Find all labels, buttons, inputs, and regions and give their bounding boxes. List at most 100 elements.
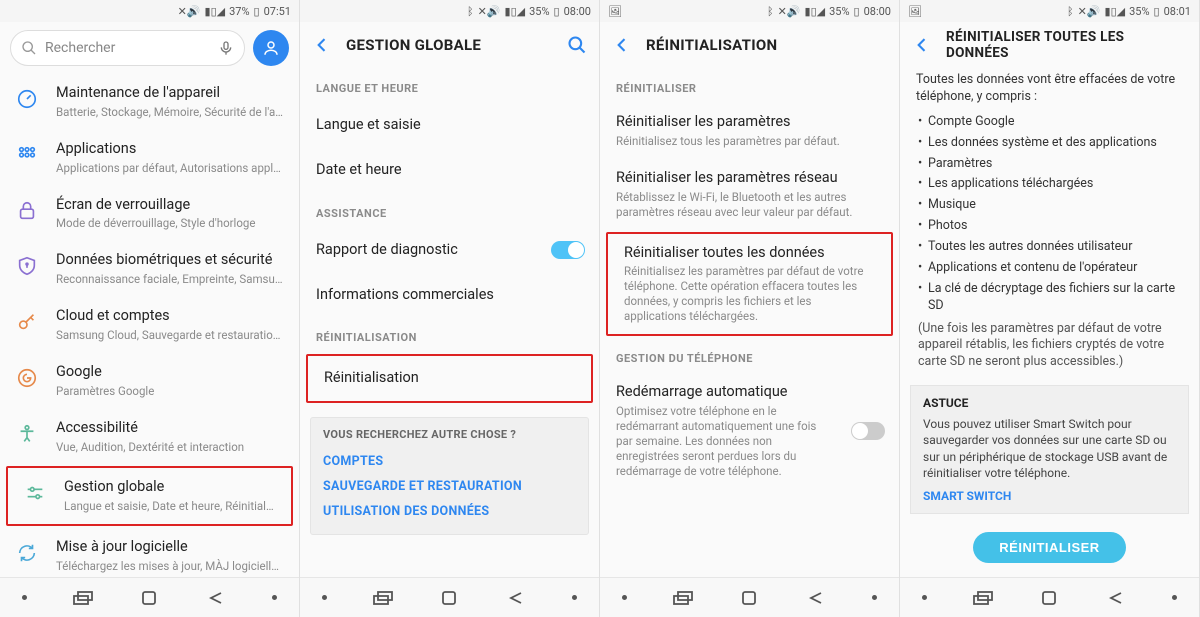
page-title: GESTION GLOBALE [346, 36, 553, 54]
back-button[interactable] [505, 587, 527, 609]
nav-dot [872, 595, 877, 600]
content: Toutes les données vont être effacées de… [900, 68, 1199, 577]
bluetooth-icon: ᛒ [1067, 5, 1074, 18]
toggle-switch[interactable] [551, 241, 585, 259]
home-button[interactable] [138, 587, 160, 609]
item-title: Cloud et comptes [56, 307, 283, 326]
bullet-item: Musique [900, 195, 1199, 216]
nav-dot [22, 595, 27, 600]
settings-item[interactable]: Réinitialiser les paramètres réseau Rétab… [600, 159, 899, 230]
back-button[interactable] [205, 587, 227, 609]
settings-item[interactable]: Rapport de diagnostic [300, 228, 599, 273]
bullet-item: Paramètres [900, 154, 1199, 175]
bullet-item: Compte Google [900, 112, 1199, 133]
suggestion-link[interactable]: SAUVEGARDE ET RESTAURATION [323, 474, 576, 499]
back-icon[interactable] [312, 35, 332, 55]
mute-icon: ✕🔊 [1078, 5, 1101, 18]
recents-button[interactable] [72, 587, 94, 609]
item-subtitle: Mode de déverrouillage, Style d'horloge [56, 216, 283, 231]
battery-icon: ▯ [1154, 5, 1160, 18]
settings-screen-reset: 🖼 ᛒ ✕🔊 ▮▯◢ 35% ▯ 08:00 RÉINITIALISATION … [600, 0, 900, 617]
key-icon [14, 309, 40, 335]
signal-icon: ▮▯◢ [205, 5, 226, 18]
item-title: Date et heure [316, 161, 583, 180]
reset-button[interactable]: RÉINITIALISER [973, 532, 1125, 563]
back-icon[interactable] [912, 35, 932, 55]
settings-item[interactable]: Date et heure [300, 148, 599, 193]
page-title: RÉINITIALISATION [646, 36, 887, 54]
item-title: Écran de verrouillage [56, 196, 283, 215]
item-subtitle: Réinitialisez tous les paramètres par dé… [616, 134, 883, 149]
item-title: Informations commerciales [316, 286, 583, 305]
back-icon[interactable] [612, 35, 632, 55]
tip-link[interactable]: SMART SWITCH [923, 489, 1176, 503]
item-subtitle: Rétablissez le Wi-Fi, le Bluetooth et le… [616, 190, 883, 220]
person-icon [262, 39, 280, 57]
back-button[interactable] [1105, 587, 1127, 609]
tip-text: Vous pouvez utiliser Smart Switch pour s… [923, 416, 1176, 481]
home-button[interactable] [438, 587, 460, 609]
android-navbar [900, 577, 1199, 617]
signal-icon: ▮▯◢ [1105, 5, 1126, 18]
item-title: Maintenance de l'appareil [56, 84, 283, 103]
suggestion-link[interactable]: COMPTES [323, 449, 576, 474]
settings-item[interactable]: Maintenance de l'appareil Batterie, Stock… [0, 74, 299, 130]
settings-item[interactable]: Réinitialisation [308, 356, 591, 401]
toggle-switch[interactable] [851, 422, 885, 440]
back-button[interactable] [805, 587, 827, 609]
picture-icon: 🖼 [908, 5, 922, 18]
battery-icon: ▯ [854, 5, 860, 18]
settings-item[interactable]: Langue et saisie [300, 103, 599, 148]
status-bar: 🖼 ᛒ ✕🔊 ▮▯◢ 35% ▯ 08:00 [600, 0, 899, 22]
mic-icon[interactable] [218, 40, 234, 56]
home-button[interactable] [1038, 587, 1060, 609]
recents-button[interactable] [372, 587, 394, 609]
clock-text: 08:01 [1164, 5, 1191, 18]
settings-item[interactable]: GoogleParamètres Google [0, 353, 299, 409]
suggestion-link[interactable]: UTILISATION DES DONNÉES [323, 499, 576, 524]
search-icon [21, 40, 37, 56]
settings-item[interactable]: Données biométriques et sécurité Reconnai… [0, 241, 299, 297]
home-button[interactable] [738, 587, 760, 609]
clock-text: 07:51 [264, 5, 291, 18]
suggestion-header: VOUS RECHERCHEZ AUTRE CHOSE ? [323, 428, 576, 441]
settings-item[interactable]: Réinitialiser les paramètresRéinitialise… [600, 103, 899, 159]
bullet-item: Photos [900, 216, 1199, 237]
battery-icon: ▯ [254, 5, 260, 18]
recents-button[interactable] [672, 587, 694, 609]
item-subtitle: Batterie, Stockage, Mémoire, Sécurité de… [56, 105, 283, 120]
bullet-item: Applications et contenu de l'opérateur [900, 258, 1199, 279]
section-header: ASSISTANCE [300, 193, 599, 228]
settings-item[interactable]: Réinitialiser toutes les donnéesRéinitia… [608, 234, 891, 335]
content: LANGUE ET HEURELangue et saisie Date et h… [300, 68, 599, 577]
search-placeholder: Rechercher [45, 40, 210, 56]
bullet-item: Les données système et des applications [900, 133, 1199, 154]
tip-header: ASTUCE [923, 396, 1176, 410]
settings-item[interactable]: Informations commerciales [300, 273, 599, 318]
settings-item[interactable]: AccessibilitéVue, Audition, Dextérité et… [0, 409, 299, 465]
settings-item[interactable]: ApplicationsApplications par défaut, Aut… [0, 130, 299, 186]
tip-card: ASTUCE Vous pouvez utiliser Smart Switch… [910, 385, 1189, 514]
account-button[interactable] [253, 30, 289, 66]
item-title: Réinitialiser les paramètres réseau [616, 169, 883, 188]
bullet-item: La clé de décryptage des fichiers sur la… [900, 279, 1199, 317]
settings-screen-reset-all: 🖼 ᛒ ✕🔊 ▮▯◢ 35% ▯ 08:01 RÉINITIALISER TOU… [900, 0, 1200, 617]
intro-text: Toutes les données vont être effacées de… [900, 68, 1199, 112]
settings-item[interactable]: Gestion globaleLangue et saisie, Date et… [8, 468, 291, 524]
search-input[interactable]: Rechercher [10, 30, 245, 66]
item-title: Redémarrage automatique [616, 383, 883, 402]
settings-item[interactable]: Redémarrage automatique Optimisez votre t… [600, 373, 899, 489]
item-subtitle: Reconnaissance faciale, Empreinte, Samsu… [56, 272, 283, 287]
item-subtitle: Optimisez votre téléphone en le redémarr… [616, 404, 883, 479]
section-header: LANGUE ET HEURE [300, 68, 599, 103]
settings-item[interactable]: Écran de verrouillageMode de déverrouill… [0, 186, 299, 242]
nav-dot [622, 595, 627, 600]
settings-item[interactable]: Cloud et comptesSamsung Cloud, Sauvegard… [0, 297, 299, 353]
bullet-item: Toutes les autres données utilisateur [900, 237, 1199, 258]
battery-text: 37% [229, 5, 249, 18]
settings-item[interactable]: Mise à jour logicielleTéléchargez les mi… [0, 528, 299, 577]
search-icon[interactable] [567, 35, 587, 55]
item-title: Données biométriques et sécurité [56, 251, 283, 270]
recents-button[interactable] [972, 587, 994, 609]
status-bar: 🖼 ᛒ ✕🔊 ▮▯◢ 35% ▯ 08:01 [900, 0, 1199, 22]
